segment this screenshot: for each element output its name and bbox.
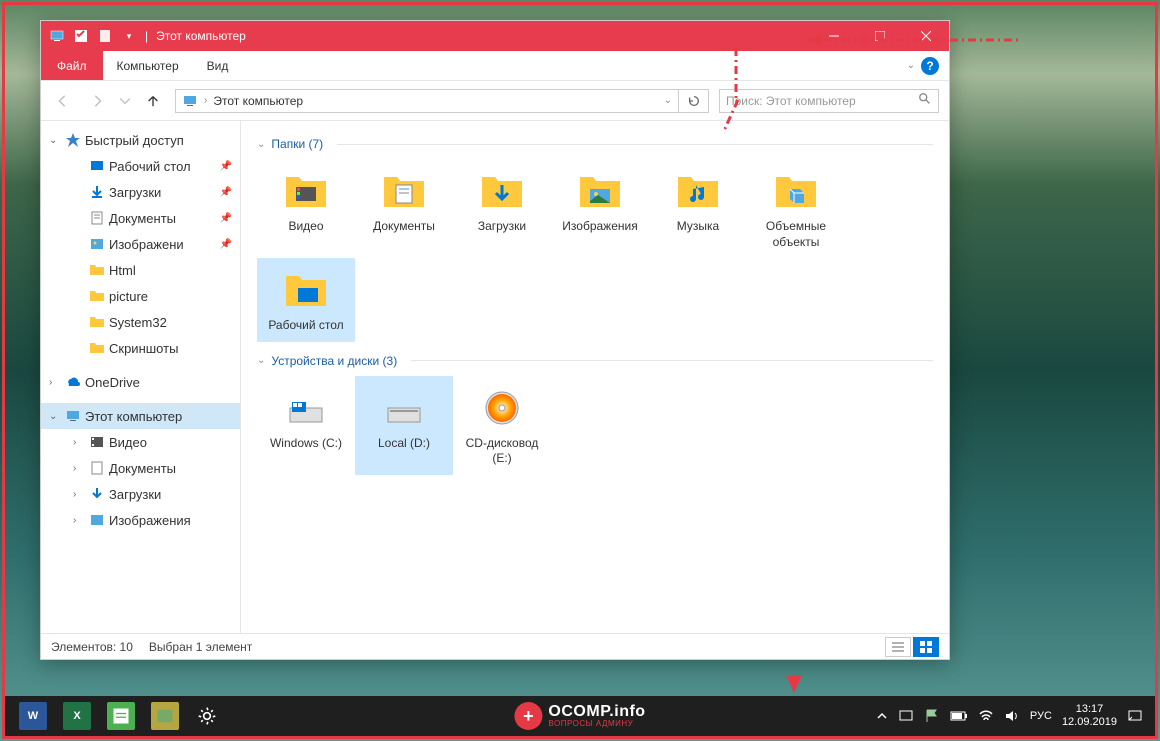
screenshot-border <box>2 2 1158 739</box>
